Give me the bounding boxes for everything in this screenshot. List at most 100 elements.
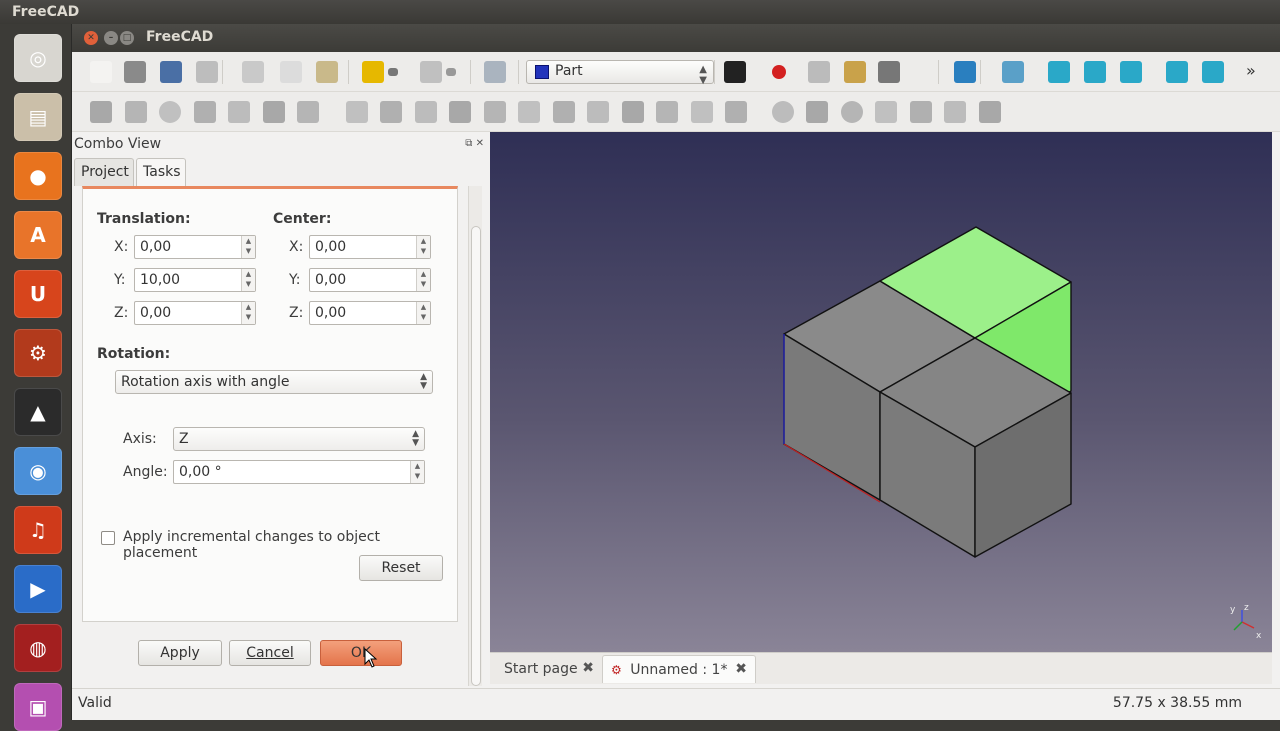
axis-select[interactable]: Z ▲ ▼	[173, 427, 425, 451]
top-view-icon[interactable]	[1084, 61, 1106, 83]
minimize-window-icon[interactable]: –	[104, 31, 118, 45]
3d-viewport[interactable]: z y x	[490, 132, 1272, 652]
macro-run-icon[interactable]	[878, 61, 900, 83]
3d-scene[interactable]: z y x	[490, 132, 1272, 652]
inkscape-icon[interactable]: ▲	[14, 388, 62, 436]
center-z-field[interactable]: 0,00 ▲ ▼	[309, 301, 431, 325]
make-face-icon[interactable]	[518, 101, 540, 123]
new-file-icon[interactable]	[90, 61, 112, 83]
tab-tasks[interactable]: Tasks	[136, 158, 186, 186]
loft-icon[interactable]	[587, 101, 609, 123]
copy-icon[interactable]	[280, 61, 302, 83]
tab-project[interactable]: Project	[74, 158, 134, 186]
close-tab-icon[interactable]: ✖	[735, 661, 747, 677]
macro-record-icon[interactable]	[772, 65, 786, 79]
whats-this-icon[interactable]	[724, 61, 746, 83]
macro-edit-icon[interactable]	[844, 61, 866, 83]
open-file-icon[interactable]	[124, 61, 146, 83]
center-x-field[interactable]: 0,00 ▲ ▼	[309, 235, 431, 259]
spin-arrows-icon[interactable]: ▲ ▼	[241, 302, 255, 324]
cut-boolean-icon[interactable]	[806, 101, 828, 123]
ok-button[interactable]: OK	[320, 640, 402, 666]
chamfer-icon[interactable]	[483, 101, 506, 123]
macro-stop-icon[interactable]	[808, 61, 830, 83]
axonometric-view-icon[interactable]	[1002, 61, 1024, 83]
cone-icon[interactable]	[193, 101, 216, 123]
spin-arrows-icon[interactable]: ▲ ▼	[241, 269, 255, 291]
create-primitives-icon[interactable]	[262, 101, 285, 123]
chevron-updown-icon: ▲ ▼	[699, 64, 707, 86]
sweep-icon[interactable]	[621, 101, 644, 123]
task-panel-scrollbar[interactable]	[468, 186, 482, 686]
union-icon[interactable]	[771, 101, 794, 123]
redo-dropdown-icon[interactable]	[446, 68, 456, 76]
boolean-icon[interactable]	[909, 101, 932, 123]
thickness-icon[interactable]	[978, 101, 1001, 123]
ubuntu-one-icon[interactable]: U	[14, 270, 62, 318]
media-player-icon[interactable]: ▶	[14, 565, 62, 613]
audacity-icon[interactable]: ♫	[14, 506, 62, 554]
scrollbar-thumb[interactable]	[471, 226, 481, 686]
incremental-checkbox[interactable]	[101, 531, 115, 545]
chromium-icon[interactable]: ◉	[14, 447, 62, 495]
torus-icon[interactable]	[228, 101, 250, 123]
undo-icon[interactable]	[362, 61, 384, 83]
close-tab-icon[interactable]: ✖	[582, 660, 594, 676]
rotation-mode-select[interactable]: Rotation axis with angle ▲ ▼	[115, 370, 433, 394]
translation-y-field[interactable]: 10,00 ▲ ▼	[134, 268, 256, 292]
tab-unnamed-document[interactable]: ⚙ Unnamed : 1* ✖	[602, 655, 756, 683]
revolve-icon[interactable]	[380, 101, 402, 123]
refresh-icon[interactable]	[484, 61, 506, 83]
section-icon[interactable]	[656, 101, 678, 123]
reset-button[interactable]: Reset	[359, 555, 443, 581]
firefox-icon[interactable]: ●	[14, 152, 62, 200]
angle-field[interactable]: 0,00 ° ▲ ▼	[173, 460, 425, 484]
box-icon[interactable]	[90, 101, 112, 123]
section-boolean-icon[interactable]	[875, 101, 897, 123]
print-icon[interactable]	[196, 61, 218, 83]
common-icon[interactable]	[840, 101, 863, 123]
cylinder-icon[interactable]	[124, 101, 147, 123]
screen-recorder-icon[interactable]: ◍	[14, 624, 62, 672]
apply-button[interactable]: Apply	[138, 640, 222, 666]
system-settings-icon[interactable]: ⚙	[14, 329, 62, 377]
check-geometry-icon[interactable]	[944, 101, 966, 123]
fit-all-icon[interactable]	[954, 61, 976, 83]
redo-icon[interactable]	[420, 61, 442, 83]
files-icon[interactable]: ▤	[14, 93, 62, 141]
spin-arrows-icon[interactable]: ▲ ▼	[416, 269, 430, 291]
save-icon[interactable]	[160, 61, 182, 83]
bottom-view-icon[interactable]	[1202, 61, 1224, 83]
dock-float-close-icons[interactable]: ⧉ ✕	[465, 138, 484, 149]
right-view-icon[interactable]	[1120, 61, 1142, 83]
workbench-selector[interactable]: Part ▲ ▼	[526, 60, 714, 86]
translation-x-field[interactable]: 0,00 ▲ ▼	[134, 235, 256, 259]
spin-arrows-icon[interactable]: ▲ ▼	[410, 461, 424, 483]
cancel-button[interactable]: Cancel	[229, 640, 311, 666]
toolbar-overflow-icon[interactable]: »	[1246, 61, 1268, 83]
spin-arrows-icon[interactable]: ▲ ▼	[416, 302, 430, 324]
cut-icon[interactable]	[242, 61, 264, 83]
front-view-icon[interactable]	[1048, 61, 1070, 83]
translation-z-field[interactable]: 0,00 ▲ ▼	[134, 301, 256, 325]
offset-icon[interactable]	[725, 101, 747, 123]
tab-start-page[interactable]: Start page ✖	[496, 655, 602, 683]
app-icon-bottom[interactable]: ▣	[14, 683, 62, 731]
maximize-window-icon[interactable]: □	[120, 31, 134, 45]
extrude-icon[interactable]	[345, 101, 368, 123]
fillet-icon[interactable]	[449, 101, 471, 123]
ruled-surface-icon[interactable]	[552, 101, 575, 123]
ubuntu-home-icon[interactable]: ◎	[14, 34, 62, 82]
rear-view-icon[interactable]	[1166, 61, 1188, 83]
software-center-icon[interactable]: A	[14, 211, 62, 259]
spin-arrows-icon[interactable]: ▲ ▼	[416, 236, 430, 258]
close-window-icon[interactable]: ✕	[84, 31, 98, 45]
mirror-icon[interactable]	[414, 101, 437, 123]
center-y-field[interactable]: 0,00 ▲ ▼	[309, 268, 431, 292]
spin-arrows-icon[interactable]: ▲ ▼	[241, 236, 255, 258]
undo-dropdown-icon[interactable]	[388, 68, 398, 76]
cross-sections-icon[interactable]	[690, 101, 713, 123]
paste-icon[interactable]	[316, 61, 338, 83]
sphere-icon[interactable]	[159, 101, 181, 123]
shape-builder-icon[interactable]	[297, 101, 319, 123]
